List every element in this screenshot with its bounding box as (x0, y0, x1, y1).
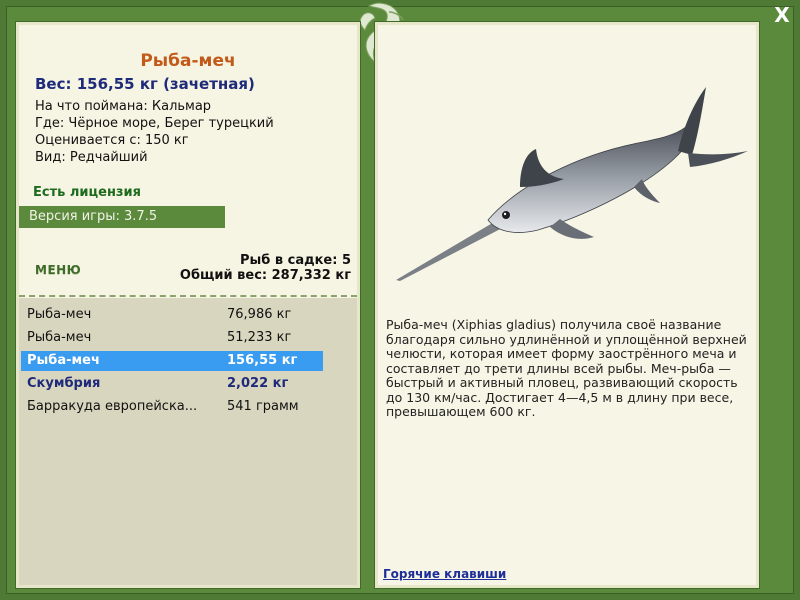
catch-name: Барракуда европейска... (27, 399, 198, 414)
hotkeys-link[interactable]: Горячие клавиши (383, 567, 506, 581)
list-item[interactable]: Барракуда европейска... 541 грамм (21, 397, 323, 417)
list-item-selected[interactable]: Рыба-меч 156,55 кг (21, 351, 323, 371)
catch-weight: 156,55 кг (227, 353, 298, 368)
fish-info-panel: Рыба-меч Вес: 156,55 кг (зачетная) На чт… (15, 21, 361, 589)
catch-name: Рыба-меч (27, 330, 92, 345)
cage-stats: Рыб в садке: 5 Общий вес: 287,332 кг (180, 253, 351, 283)
catch-weight: 76,986 кг (227, 307, 292, 322)
fish-weight: Вес: 156,55 кг (зачетная) (35, 75, 255, 93)
fish-count: Рыб в садке: 5 (239, 253, 351, 268)
swordfish-image (396, 87, 748, 281)
list-item[interactable]: Скумбрия 2,022 кг (21, 374, 323, 394)
catch-weight: 541 грамм (227, 399, 299, 414)
rating-info: Оценивается с: 150 кг (35, 133, 189, 148)
catch-weight: 2,022 кг (227, 376, 289, 391)
close-button[interactable]: X (771, 4, 793, 26)
catch-name: Скумбрия (27, 376, 101, 391)
catch-weight: 51,233 кг (227, 330, 292, 345)
divider (19, 295, 357, 297)
kind-info: Вид: Редчайший (35, 150, 148, 165)
fish-description-panel: Рыба-меч (Xiphias gladius) получила своё… (374, 21, 760, 589)
catch-list: Рыба-меч 76,986 кг Рыба-меч 51,233 кг Ры… (19, 298, 357, 585)
catch-name: Рыба-меч (27, 307, 92, 322)
fish-description: Рыба-меч (Xiphias gladius) получила своё… (386, 317, 747, 419)
fish-details: На что поймана: Кальмар Где: Чёрное море… (35, 98, 274, 166)
location-info: Где: Чёрное море, Берег турецкий (35, 116, 274, 131)
bait-info: На что поймана: Кальмар (35, 99, 212, 114)
total-weight: Общий вес: 287,332 кг (179, 268, 351, 283)
fish-title: Рыба-меч (140, 51, 236, 71)
list-item[interactable]: Рыба-меч 76,986 кг (21, 305, 323, 325)
close-icon: X (774, 3, 790, 27)
version-bar: Версия игры: 3.7.5 (19, 206, 225, 228)
list-item[interactable]: Рыба-меч 51,233 кг (21, 328, 323, 348)
menu-button[interactable]: МЕНЮ (35, 263, 81, 277)
catch-name: Рыба-меч (27, 353, 100, 368)
license-status: Есть лицензия (33, 185, 141, 200)
